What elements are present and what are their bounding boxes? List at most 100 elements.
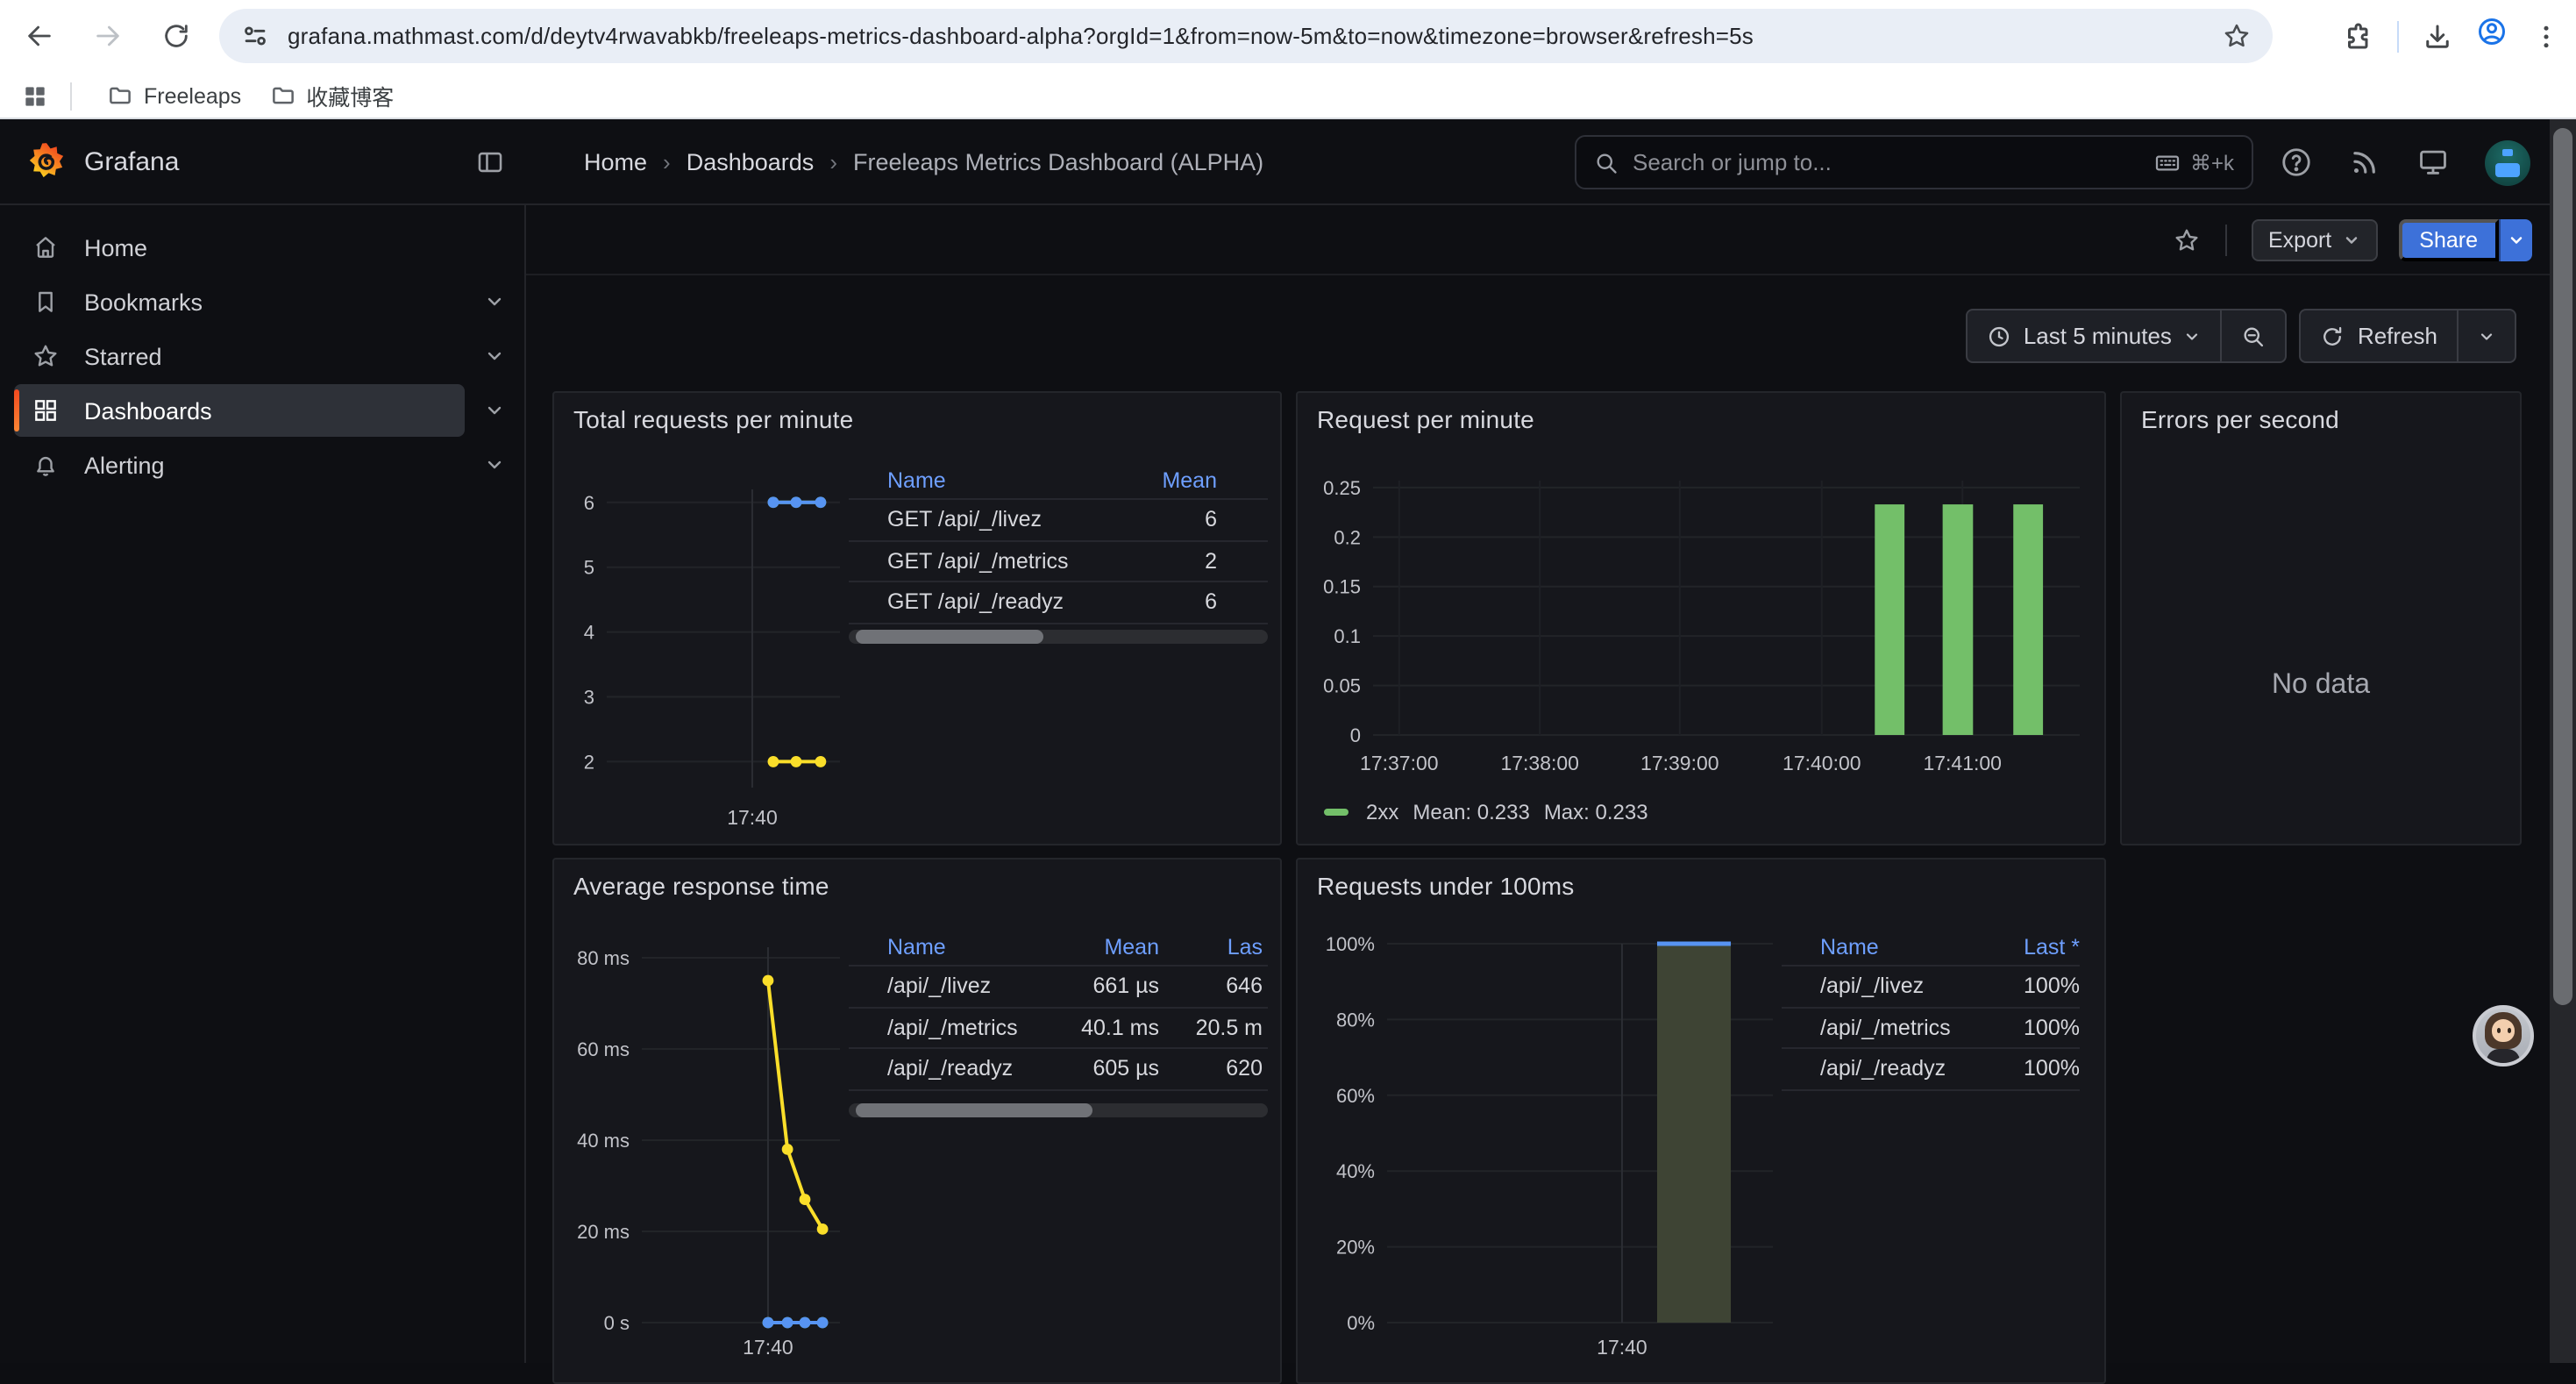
panel-request-per-minute[interactable]: 0.250.20.150.10.05017:37:0017:38:0017:39…	[1296, 391, 2106, 845]
avatar-art	[2497, 1028, 2501, 1032]
news-rss-icon[interactable]	[2348, 146, 2381, 179]
browser-toolbar: grafana.mathmast.com/d/deytv4rwavabkb/fr…	[0, 0, 2576, 72]
legend-row[interactable]: /api/_/readyz100%	[1782, 1049, 2080, 1090]
x-axis-tick: 17:40	[1597, 1336, 1647, 1359]
star-dashboard-icon[interactable]	[2172, 225, 2200, 253]
bookmark-folder-blogs[interactable]: 收藏博客	[255, 74, 408, 118]
legend-series-name[interactable]: /api/_/metrics	[1820, 1016, 1975, 1040]
sidebar-item-dashboards[interactable]: Dashboards	[14, 384, 465, 437]
legend-series-name[interactable]: /api/_/livez	[887, 974, 1054, 999]
panel-title[interactable]: Average response time	[573, 872, 829, 900]
legend-series-name[interactable]: /api/_/livez	[1820, 974, 1975, 999]
user-avatar[interactable]	[2485, 139, 2530, 185]
y-axis-tick: 20 ms	[577, 1221, 630, 1243]
bookmark-folder-freeleaps[interactable]: Freeleaps	[93, 77, 255, 114]
legend-scrollbar[interactable]	[849, 1103, 1268, 1117]
site-settings-icon[interactable]	[240, 21, 270, 51]
legend-scrollbar-thumb[interactable]	[856, 1103, 1092, 1117]
data-point	[800, 1317, 811, 1329]
legend-row[interactable]: /api/_/metrics40.1 ms20.5 m	[849, 1008, 1268, 1049]
refresh-interval-button[interactable]	[2457, 310, 2515, 361]
help-icon[interactable]	[2280, 146, 2313, 179]
series-max: Max: 0.233	[1544, 800, 1648, 824]
floating-avatar-widget[interactable]	[2473, 1005, 2534, 1067]
panel-legend[interactable]: NameMeanGET /api/_/livez6GET /api/_/metr…	[849, 463, 1268, 624]
monitor-icon[interactable]	[2416, 146, 2450, 179]
legend-header-row[interactable]: NameMean	[849, 463, 1268, 500]
legend-series-name[interactable]: GET /api/_/readyz	[887, 590, 1108, 615]
x-axis-tick: 17:41:00	[1923, 752, 2002, 774]
chevron-down-icon[interactable]	[484, 454, 505, 475]
legend-scrollbar[interactable]	[849, 630, 1268, 644]
series-mean: Mean: 0.233	[1413, 800, 1529, 824]
time-range-picker[interactable]: Last 5 minutes	[1968, 310, 2221, 361]
downloads-icon[interactable]	[2422, 20, 2453, 52]
chart-legend-footer[interactable]: 2xx Mean: 0.233 Max: 0.233	[1324, 800, 1648, 824]
reload-button[interactable]	[151, 11, 200, 61]
chevron-down-icon[interactable]	[484, 291, 505, 312]
chevron-down-icon[interactable]	[484, 400, 505, 421]
url-text[interactable]: grafana.mathmast.com/d/deytv4rwavabkb/fr…	[288, 23, 2204, 49]
dock-menu-icon[interactable]	[475, 147, 505, 177]
url-bar[interactable]: grafana.mathmast.com/d/deytv4rwavabkb/fr…	[219, 9, 2273, 63]
page-scrollbar-thumb[interactable]	[2553, 128, 2572, 1005]
panel-total-requests-per-minute[interactable]: 6543217:40 Total requests per minute Nam…	[552, 391, 1282, 845]
legend-row[interactable]: /api/_/metrics100%	[1782, 1008, 2080, 1049]
legend-series-name[interactable]: /api/_/metrics	[887, 1016, 1054, 1040]
legend-column-header: Mean	[1108, 468, 1217, 493]
share-menu-button[interactable]	[2499, 218, 2532, 260]
menu-icon[interactable]	[2530, 20, 2562, 52]
legend-row[interactable]: /api/_/livez661 µs646	[849, 967, 1268, 1008]
share-button[interactable]: Share	[2398, 218, 2499, 260]
legend-row[interactable]: /api/_/livez100%	[1782, 967, 2080, 1008]
legend-header-row[interactable]: NameLast *	[1782, 930, 2080, 967]
legend-series-name[interactable]: GET /api/_/livez	[887, 508, 1108, 532]
bookmarks-bar: Freeleaps 收藏博客	[0, 72, 2576, 119]
panel-legend[interactable]: NameLast */api/_/livez100%/api/_/metrics…	[1782, 930, 2080, 1090]
sidebar-item-alerting[interactable]: Alerting	[14, 439, 465, 491]
clock-icon	[1987, 324, 2011, 348]
chevron-down-icon[interactable]	[484, 346, 505, 367]
data-point	[791, 496, 802, 508]
search-input[interactable]: Search or jump to... ⌘+k	[1575, 135, 2253, 189]
legend-row[interactable]: GET /api/_/metrics2	[849, 541, 1268, 582]
breadcrumb-current: Freeleaps Metrics Dashboard (ALPHA)	[853, 149, 1263, 175]
breadcrumb-dashboards[interactable]: Dashboards	[687, 149, 815, 175]
legend-row[interactable]: GET /api/_/readyz6	[849, 582, 1268, 624]
legend-series-name[interactable]: /api/_/readyz	[1820, 1057, 1975, 1081]
zoom-out-time-button[interactable]	[2221, 310, 2286, 361]
y-axis-tick: 2	[584, 751, 594, 773]
profile-button[interactable]	[2476, 16, 2508, 56]
star-icon	[32, 342, 60, 370]
legend-row[interactable]: GET /api/_/livez6	[849, 500, 1268, 541]
sidebar-item-home[interactable]: Home	[14, 221, 465, 274]
apps-grid-icon[interactable]	[21, 82, 49, 110]
legend-row[interactable]: /api/_/readyz605 µs620	[849, 1049, 1268, 1090]
panel-legend[interactable]: NameMeanLas/api/_/livez661 µs646/api/_/m…	[849, 930, 1268, 1090]
legend-series-name[interactable]: GET /api/_/metrics	[887, 549, 1108, 574]
panel-average-response-time[interactable]: 80 ms60 ms40 ms20 ms0 s17:40 Average res…	[552, 858, 1282, 1384]
brand[interactable]: Grafana	[25, 119, 179, 205]
bookmark-page-star-icon[interactable]	[2222, 21, 2252, 51]
panel-title[interactable]: Request per minute	[1317, 405, 1534, 433]
panel-title[interactable]: Requests under 100ms	[1317, 872, 1575, 900]
panel-title[interactable]: Errors per second	[2141, 405, 2339, 433]
legend-header-row[interactable]: NameMeanLas	[849, 930, 1268, 967]
sidebar-item-bookmarks[interactable]: Bookmarks	[14, 275, 465, 328]
panel-title[interactable]: Total requests per minute	[573, 405, 853, 433]
panel-requests-under-100ms[interactable]: 100%80%60%40%20%0%17:40 Requests under 1…	[1296, 858, 2106, 1384]
refresh-label: Refresh	[2358, 323, 2437, 349]
bar	[2013, 504, 2043, 735]
breadcrumb-home[interactable]: Home	[584, 149, 647, 175]
back-button[interactable]	[14, 11, 63, 61]
panel-errors-per-second[interactable]: Errors per second No data	[2120, 391, 2522, 845]
breadcrumb: Home › Dashboards › Freeleaps Metrics Da…	[584, 119, 1263, 205]
sidebar-item-starred[interactable]: Starred	[14, 330, 465, 382]
page-scrollbar[interactable]	[2550, 119, 2576, 1363]
legend-series-name[interactable]: /api/_/readyz	[887, 1057, 1054, 1081]
extensions-icon[interactable]	[2343, 20, 2374, 52]
legend-scrollbar-thumb[interactable]	[856, 630, 1043, 644]
export-button[interactable]: Export	[2251, 218, 2377, 260]
series-label[interactable]: 2xx	[1366, 800, 1398, 824]
refresh-button[interactable]: Refresh	[2302, 310, 2457, 361]
